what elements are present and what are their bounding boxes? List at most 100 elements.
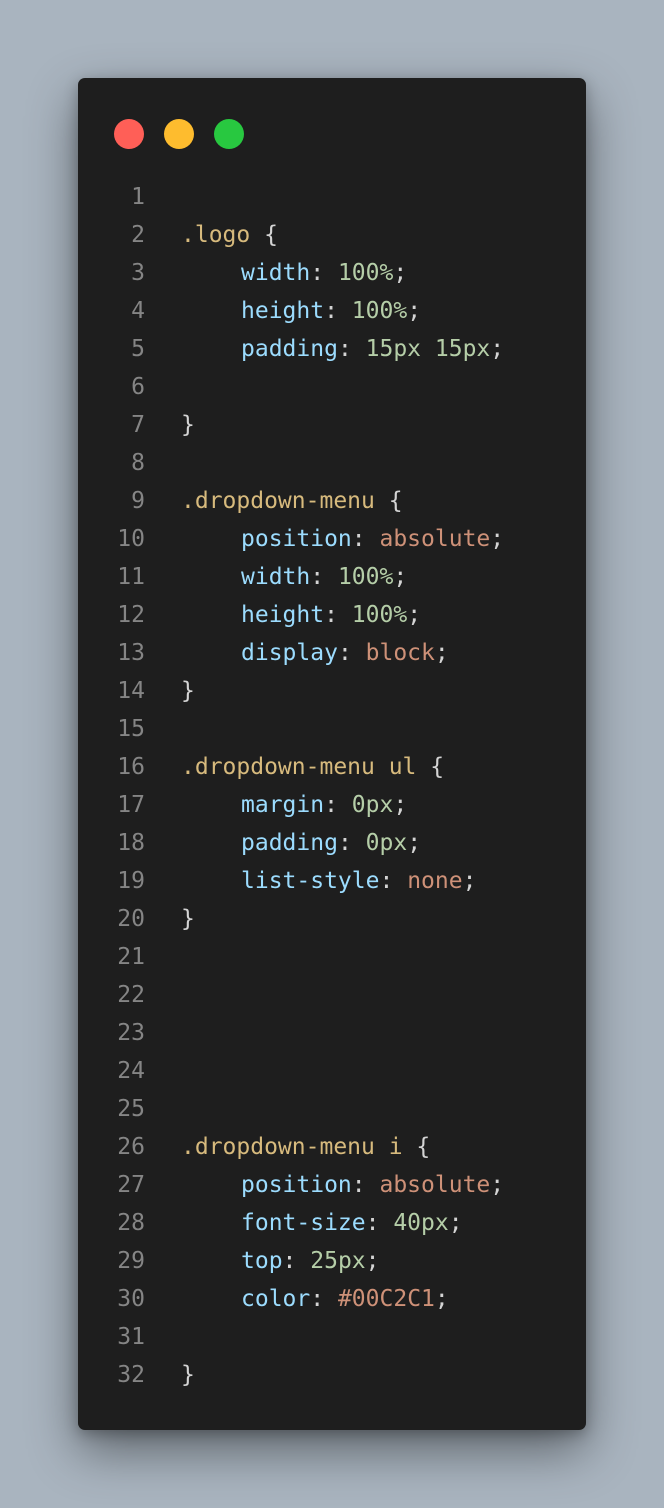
code-token: : [351,526,380,552]
code-token: absolute [379,526,491,552]
code-text: margin: 0px; [181,786,407,824]
code-token: ; [393,260,408,286]
line-number: 28 [117,1210,145,1236]
line-number: 25 [117,1096,145,1122]
line-number: 16 [117,754,145,780]
code-token: .dropdown-menu ul [181,754,417,780]
line-number: 32 [117,1362,145,1388]
code-token: 15px 15px [365,336,491,362]
code-line: 19 list-style: none; [78,862,586,900]
line-number: 2 [131,222,145,248]
line-number: 20 [117,906,145,932]
code-line: 25 [78,1090,586,1128]
code-token: } [181,906,195,932]
line-number: 17 [117,792,145,818]
code-token: ; [407,830,422,856]
code-line: 32} [78,1356,586,1394]
minimize-dot[interactable] [164,119,194,149]
code-text: .dropdown-menu { [181,482,403,520]
code-token: ; [448,1210,463,1236]
code-token: block [365,640,435,666]
code-line: 14} [78,672,586,710]
code-line: 30 color: #00C2C1; [78,1280,586,1318]
code-line: 2 .logo { [78,216,586,254]
code-token: { [416,754,445,780]
code-line: 27 position: absolute; [78,1166,586,1204]
code-token: 0px [351,792,394,818]
code-token: : [379,868,408,894]
close-dot[interactable] [114,119,144,149]
code-token: height [241,298,325,324]
code-token: ; [393,792,408,818]
line-number: 30 [117,1286,145,1312]
maximize-dot[interactable] [214,119,244,149]
code-token: height [241,602,325,628]
code-token: #00C2C1 [337,1286,435,1312]
line-number: 18 [117,830,145,856]
code-line: 26 .dropdown-menu i { [78,1128,586,1166]
code-token: position [241,1172,352,1198]
code-line: 18 padding: 0px; [78,824,586,862]
code-line: 17 margin: 0px; [78,786,586,824]
code-token: ; [434,1286,449,1312]
code-line: 8 [78,444,586,482]
code-text: width: 100%; [181,558,407,596]
code-line: 12 height: 100%; [78,596,586,634]
code-line: 15 [78,710,586,748]
code-text: padding: 0px; [181,824,421,862]
line-number: 19 [117,868,145,894]
line-number: 27 [117,1172,145,1198]
code-text: .dropdown-menu ul { [181,748,444,786]
line-number: 8 [131,450,145,476]
code-text: height: 100%; [181,596,421,634]
code-token: ; [434,640,449,666]
line-number: 14 [117,678,145,704]
code-token: : [282,1248,311,1274]
code-text: } [181,1356,195,1394]
code-line: 22 [78,976,586,1014]
line-number: 6 [131,374,145,400]
code-line: 16 .dropdown-menu ul { [78,748,586,786]
line-number: 7 [131,412,145,438]
line-number: 10 [117,526,145,552]
code-token: ; [490,1172,505,1198]
line-number: 1 [131,184,145,210]
code-text: position: absolute; [181,520,504,558]
code-line: 9 .dropdown-menu { [78,482,586,520]
code-line: 31 [78,1318,586,1356]
code-line: 1 [78,178,586,216]
code-token: 25px [310,1248,366,1274]
line-number: 24 [117,1058,145,1084]
code-line: 29 top: 25px; [78,1242,586,1280]
code-token: : [324,298,352,324]
code-text: list-style: none; [181,862,476,900]
code-line: 11 width: 100%; [78,558,586,596]
code-line: 20} [78,900,586,938]
code-token: color [241,1286,311,1312]
code-token: ; [462,868,477,894]
line-number: 15 [117,716,145,742]
line-number: 11 [117,564,145,590]
code-text: .dropdown-menu i { [181,1128,430,1166]
code-token: ; [365,1248,380,1274]
line-number: 4 [131,298,145,324]
code-line: 24 [78,1052,586,1090]
code-token: : [337,830,366,856]
line-number: 12 [117,602,145,628]
code-token: display [241,640,338,666]
code-token: } [181,1362,195,1388]
code-text: top: 25px; [181,1242,380,1280]
code-token: : [351,1172,380,1198]
code-text: position: absolute; [181,1166,504,1204]
code-token: .dropdown-menu [181,488,375,514]
code-token: : [337,336,366,362]
code-token: 100% [351,298,408,324]
code-token: 40px [393,1210,449,1236]
code-token: font-size [241,1210,366,1236]
code-token: width [241,564,311,590]
code-token: : [324,602,352,628]
code-token: padding [241,830,338,856]
code-token: { [374,488,403,514]
code-line: 5 padding: 15px 15px; [78,330,586,368]
code-token: none [407,868,463,894]
